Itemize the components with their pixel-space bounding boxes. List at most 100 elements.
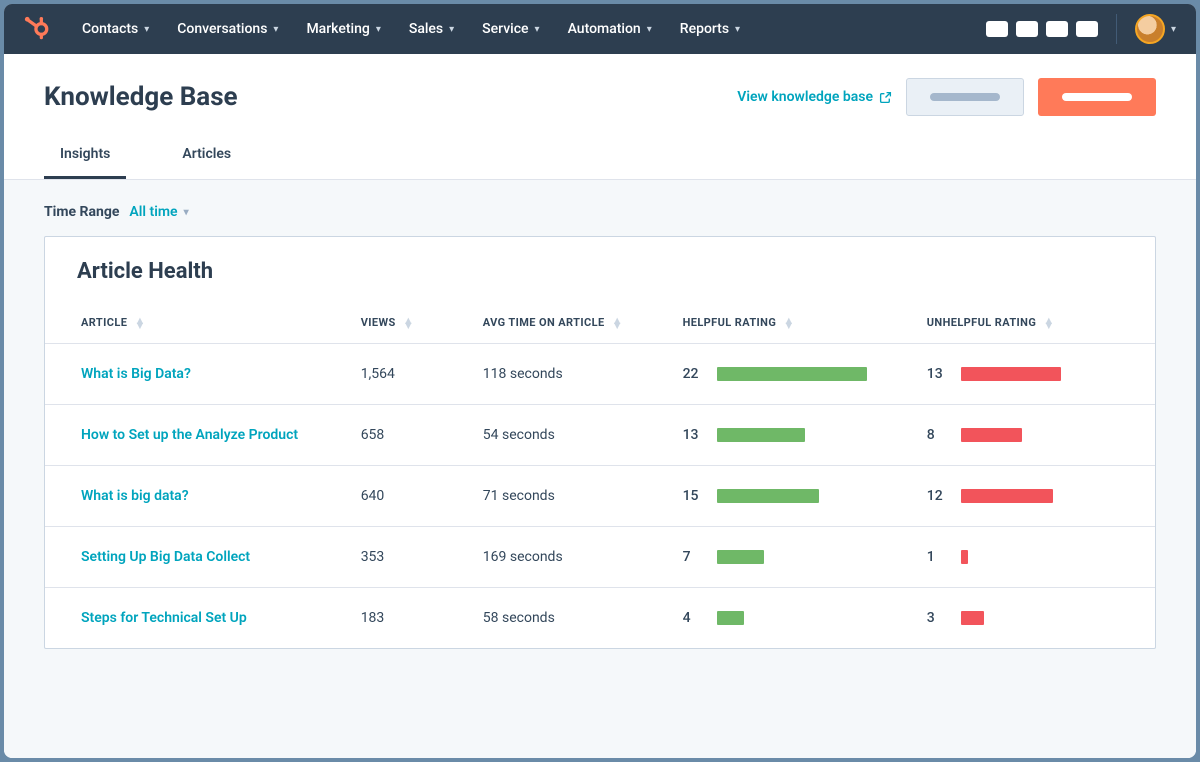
table-row: What is Big Data? 1,564118 seconds 22 13 — [45, 344, 1155, 405]
view-knowledge-base-link[interactable]: View knowledge base — [737, 89, 892, 105]
nav-item-label: Sales — [409, 21, 443, 37]
cell-helpful: 15 — [667, 466, 911, 527]
chevron-down-icon: ▾ — [735, 24, 740, 35]
unhelpful-value: 12 — [927, 488, 949, 504]
cell-time: 71 seconds — [467, 466, 667, 527]
article-health-table: ARTICLE ▲▼ VIEWS ▲▼ AVG TIME ON ARTICLE … — [45, 302, 1155, 648]
chevron-down-icon: ▾ — [184, 207, 189, 218]
cell-helpful: 4 — [667, 588, 911, 649]
article-link[interactable]: What is Big Data? — [81, 366, 191, 382]
article-link[interactable]: Steps for Technical Set Up — [81, 610, 247, 626]
avatar — [1135, 14, 1165, 44]
helpful-bar — [717, 428, 806, 442]
helpful-bar — [717, 367, 867, 381]
cell-time: 118 seconds — [467, 344, 667, 405]
column-header-article[interactable]: ARTICLE ▲▼ — [45, 302, 345, 344]
chevron-down-icon: ▾ — [535, 24, 540, 35]
nav-item-label: Reports — [680, 21, 729, 37]
cell-unhelpful: 13 — [911, 344, 1155, 405]
column-header-helpful[interactable]: HELPFUL RATING ▲▼ — [667, 302, 911, 344]
cell-time: 54 seconds — [467, 405, 667, 466]
nav-item-label: Service — [482, 21, 528, 37]
column-header-views[interactable]: VIEWS ▲▼ — [345, 302, 467, 344]
chevron-down-icon: ▾ — [647, 24, 652, 35]
time-range-label: Time Range — [44, 204, 119, 220]
secondary-action-button[interactable] — [906, 78, 1024, 116]
chevron-down-icon: ▾ — [1171, 24, 1176, 35]
cell-views: 183 — [345, 588, 467, 649]
time-range-dropdown[interactable]: All time ▾ — [129, 204, 188, 220]
column-header-unhelpful-label: UNHELPFUL RATING — [927, 316, 1036, 329]
cell-views: 1,564 — [345, 344, 467, 405]
tabs: Insights Articles — [44, 136, 1156, 179]
nav-item-label: Automation — [568, 21, 641, 37]
nav-placeholder-button[interactable] — [986, 21, 1008, 37]
chevron-down-icon: ▾ — [449, 24, 454, 35]
unhelpful-bar — [961, 367, 1061, 381]
helpful-bar — [717, 550, 765, 564]
view-knowledge-base-label: View knowledge base — [737, 89, 873, 105]
helpful-bar — [717, 489, 819, 503]
account-menu[interactable]: ▾ — [1135, 14, 1176, 44]
cell-views: 353 — [345, 527, 467, 588]
helpful-value: 22 — [683, 366, 705, 382]
nav-item-marketing[interactable]: Marketing ▾ — [294, 15, 392, 43]
nav-item-automation[interactable]: Automation ▾ — [556, 15, 664, 43]
helpful-bar — [717, 611, 744, 625]
chevron-down-icon: ▾ — [144, 24, 149, 35]
helpful-value: 4 — [683, 610, 705, 626]
nav-item-service[interactable]: Service ▾ — [470, 15, 551, 43]
chevron-down-icon: ▾ — [376, 24, 381, 35]
nav-placeholder-button[interactable] — [1016, 21, 1038, 37]
primary-action-button[interactable] — [1038, 78, 1156, 116]
external-link-icon — [879, 91, 892, 104]
sort-icon: ▲▼ — [134, 318, 145, 328]
cell-views: 658 — [345, 405, 467, 466]
nav-item-contacts[interactable]: Contacts ▾ — [70, 15, 161, 43]
cell-time: 58 seconds — [467, 588, 667, 649]
cell-article: Setting Up Big Data Collect — [45, 527, 345, 588]
unhelpful-bar — [961, 550, 969, 564]
cell-unhelpful: 3 — [911, 588, 1155, 649]
cell-unhelpful: 1 — [911, 527, 1155, 588]
column-header-time[interactable]: AVG TIME ON ARTICLE ▲▼ — [467, 302, 667, 344]
unhelpful-bar — [961, 611, 984, 625]
nav-placeholder-button[interactable] — [1046, 21, 1068, 37]
cell-unhelpful: 8 — [911, 405, 1155, 466]
column-header-views-label: VIEWS — [361, 316, 396, 329]
sort-icon: ▲▼ — [1043, 318, 1054, 328]
page-header: Knowledge Base View knowledge base Insig… — [4, 54, 1196, 180]
cell-helpful: 7 — [667, 527, 911, 588]
cell-article: How to Set up the Analyze Product — [45, 405, 345, 466]
tab-insights[interactable]: Insights — [44, 136, 126, 179]
cell-unhelpful: 12 — [911, 466, 1155, 527]
hubspot-logo-icon[interactable] — [24, 16, 50, 42]
article-link[interactable]: Setting Up Big Data Collect — [81, 549, 250, 565]
unhelpful-bar — [961, 428, 1023, 442]
top-nav: Contacts▾Conversations▾Marketing▾Sales▾S… — [4, 4, 1196, 54]
nav-item-reports[interactable]: Reports ▾ — [668, 15, 752, 43]
nav-placeholder-button[interactable] — [1076, 21, 1098, 37]
article-link[interactable]: What is big data? — [81, 488, 189, 504]
table-row: What is big data?64071 seconds1512 — [45, 466, 1155, 527]
nav-item-label: Contacts — [82, 21, 138, 37]
nav-item-sales[interactable]: Sales ▾ — [397, 15, 466, 43]
nav-item-conversations[interactable]: Conversations ▾ — [165, 15, 290, 43]
chevron-down-icon: ▾ — [273, 24, 278, 35]
helpful-value: 7 — [683, 549, 705, 565]
nav-item-label: Conversations — [177, 21, 267, 37]
nav-item-label: Marketing — [306, 21, 369, 37]
main-nav-menu: Contacts▾Conversations▾Marketing▾Sales▾S… — [70, 15, 752, 43]
tab-articles[interactable]: Articles — [166, 136, 247, 179]
time-range-value: All time — [129, 204, 177, 220]
column-header-article-label: ARTICLE — [81, 316, 127, 329]
cell-article: Steps for Technical Set Up — [45, 588, 345, 649]
column-header-unhelpful[interactable]: UNHELPFUL RATING ▲▼ — [911, 302, 1155, 344]
cell-helpful: 22 — [667, 344, 911, 405]
cell-article: What is Big Data? — [45, 344, 345, 405]
page-title: Knowledge Base — [44, 82, 238, 112]
cell-time: 169 seconds — [467, 527, 667, 588]
nav-divider — [1116, 14, 1117, 44]
article-link[interactable]: How to Set up the Analyze Product — [81, 427, 298, 443]
column-header-time-label: AVG TIME ON ARTICLE — [483, 316, 605, 329]
